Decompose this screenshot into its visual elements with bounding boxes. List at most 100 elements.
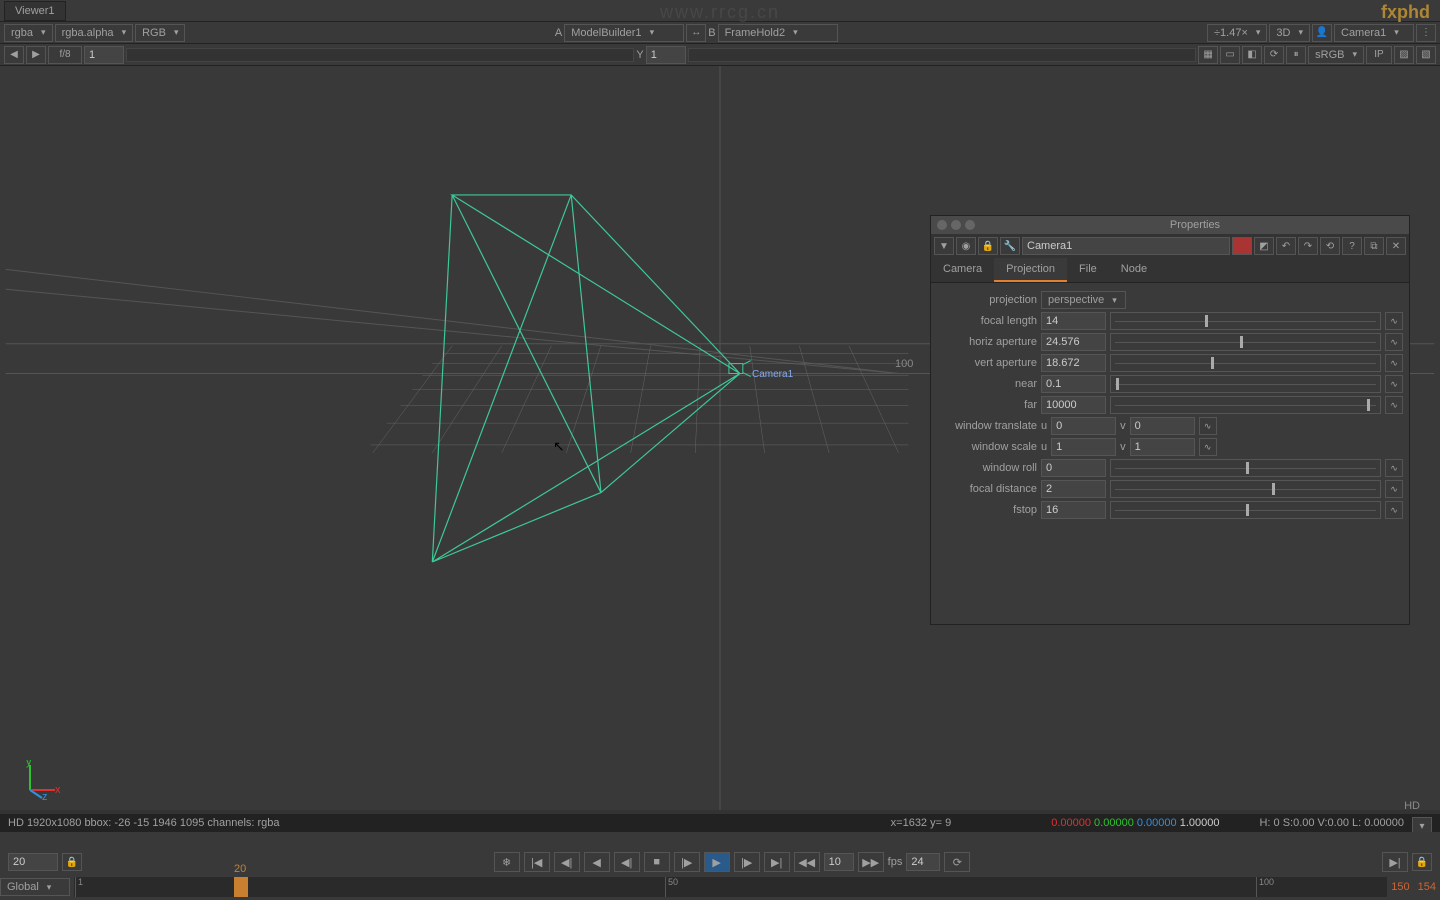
input-a-dropdown[interactable]: ModelBuilder1 (564, 24, 684, 42)
stripe-icon[interactable]: ▧ (1416, 46, 1436, 64)
prev-frame-icon[interactable]: ◀ (4, 46, 24, 64)
vert-aperture-input[interactable] (1041, 354, 1106, 372)
viewer-tab[interactable]: Viewer1 (4, 1, 66, 21)
lock-icon[interactable]: 🔒 (978, 237, 998, 255)
focal-length-slider[interactable] (1110, 312, 1381, 330)
play-icon[interactable]: ▶ (704, 852, 730, 872)
next-key-icon[interactable]: |▶ (734, 852, 760, 872)
frame-in-input[interactable] (8, 853, 58, 871)
input-b-dropdown[interactable]: FrameHold2 (718, 24, 838, 42)
fstop-button[interactable]: f/8 (48, 46, 82, 64)
redo-icon[interactable]: ↷ (1298, 237, 1318, 255)
skip-fwd-icon[interactable]: ▶▶ (858, 852, 884, 872)
wrench-icon[interactable]: 🔧 (1000, 237, 1020, 255)
revert-icon[interactable]: ⟲ (1320, 237, 1340, 255)
tab-node[interactable]: Node (1109, 258, 1159, 282)
horiz-aperture-slider[interactable] (1110, 333, 1381, 351)
dope-bar[interactable] (0, 832, 1440, 852)
anim-curve-icon[interactable]: ∿ (1385, 501, 1403, 519)
camera-dropdown[interactable]: Camera1 (1334, 24, 1414, 42)
ip-button[interactable]: IP (1366, 46, 1392, 64)
snowflake-icon[interactable]: ❄ (494, 852, 520, 872)
help-icon[interactable]: ? (1342, 237, 1362, 255)
win-roll-input[interactable] (1041, 459, 1106, 477)
tab-projection[interactable]: Projection (994, 258, 1067, 282)
anim-curve-icon[interactable]: ∿ (1385, 354, 1403, 372)
swap-inputs-icon[interactable]: ↔ (686, 24, 706, 42)
timeline-track[interactable]: 20 1 50 100 (74, 877, 1387, 897)
step-back-icon[interactable]: ◀| (614, 852, 640, 872)
anim-curve-icon[interactable]: ∿ (1385, 333, 1403, 351)
colorspace-dropdown[interactable]: sRGB (1308, 46, 1364, 64)
far-slider[interactable] (1110, 396, 1381, 414)
next-frame-icon[interactable]: ▶ (26, 46, 46, 64)
win-scale-u-input[interactable] (1051, 438, 1116, 456)
lock-out-icon[interactable]: 🔒 (1412, 853, 1432, 871)
anim-curve-icon[interactable]: ∿ (1385, 459, 1403, 477)
fstop-input[interactable] (1041, 501, 1106, 519)
collapse-icon[interactable]: ▼ (934, 237, 954, 255)
undo-icon[interactable]: ↶ (1276, 237, 1296, 255)
horiz-aperture-input[interactable] (1041, 333, 1106, 351)
lock-in-icon[interactable]: 🔒 (62, 853, 82, 871)
eye-icon[interactable]: ◉ (956, 237, 976, 255)
vert-aperture-slider[interactable] (1110, 354, 1381, 372)
fps-input[interactable] (906, 853, 940, 871)
focal-length-input[interactable] (1041, 312, 1106, 330)
proxy-icon[interactable]: ◧ (1242, 46, 1262, 64)
stop-icon[interactable]: ■ (644, 852, 670, 872)
zoom-dropdown[interactable]: ÷1.47× (1207, 24, 1267, 42)
goto-last-icon[interactable]: ▶| (764, 852, 790, 872)
tab-file[interactable]: File (1067, 258, 1109, 282)
anim-curve-icon[interactable]: ∿ (1385, 375, 1403, 393)
anim-curve-icon[interactable]: ∿ (1385, 396, 1403, 414)
loop-icon[interactable]: ⟳ (944, 852, 970, 872)
gamma-input[interactable] (646, 46, 686, 64)
anim-curve-icon[interactable]: ∿ (1385, 312, 1403, 330)
view-options-icon[interactable]: ⋮ (1416, 24, 1436, 42)
goto-first-icon[interactable]: |◀ (524, 852, 550, 872)
skip-back-icon[interactable]: ◀◀ (794, 852, 820, 872)
playhead[interactable]: 20 (234, 877, 248, 897)
step-input[interactable] (824, 853, 854, 871)
far-input[interactable] (1041, 396, 1106, 414)
win-roll-slider[interactable] (1110, 459, 1381, 477)
focal-distance-input[interactable] (1041, 480, 1106, 498)
refresh-icon[interactable]: ⟳ (1264, 46, 1284, 64)
frame-input[interactable] (84, 46, 124, 64)
goto-end-icon[interactable]: ▶| (1382, 852, 1408, 872)
close-panel-icon[interactable]: ✕ (1386, 237, 1406, 255)
lock-camera-icon[interactable]: 👤 (1312, 24, 1332, 42)
node-name-input[interactable] (1022, 237, 1230, 255)
layer-dropdown[interactable]: rgba (4, 24, 53, 42)
win-scale-v-input[interactable] (1130, 438, 1195, 456)
mode-dropdown[interactable]: RGB (135, 24, 185, 42)
near-input[interactable] (1041, 375, 1106, 393)
window-traffic-lights[interactable] (931, 216, 981, 234)
win-translate-v-input[interactable] (1130, 417, 1195, 435)
color-swatch[interactable] (1232, 237, 1252, 255)
prev-key-icon[interactable]: ◀| (554, 852, 580, 872)
win-translate-u-input[interactable] (1051, 417, 1116, 435)
focal-distance-slider[interactable] (1110, 480, 1381, 498)
channel-dropdown[interactable]: rgba.alpha (55, 24, 134, 42)
axis-gizmo[interactable]: y x z (20, 760, 60, 800)
viewmode-dropdown[interactable]: 3D (1269, 24, 1310, 42)
roi-icon[interactable]: ▭ (1220, 46, 1240, 64)
float-icon[interactable]: ⧉ (1364, 237, 1384, 255)
play-back-icon[interactable]: ◀ (584, 852, 610, 872)
anim-curve-icon[interactable]: ∿ (1199, 417, 1217, 435)
global-dropdown[interactable]: Global (0, 878, 70, 896)
anim-curve-icon[interactable]: ∿ (1385, 480, 1403, 498)
clip-icon[interactable]: ▨ (1394, 46, 1414, 64)
gain-slider[interactable] (126, 48, 634, 62)
step-fwd-icon[interactable]: |▶ (674, 852, 700, 872)
projection-dropdown[interactable]: perspective (1041, 291, 1126, 309)
center-icon[interactable]: ◩ (1254, 237, 1274, 255)
gamma-slider[interactable] (688, 48, 1196, 62)
overlay-icon[interactable]: ▦ (1198, 46, 1218, 64)
anim-curve-icon[interactable]: ∿ (1199, 438, 1217, 456)
pause-icon[interactable]: ⏸ (1286, 46, 1306, 64)
fstop-slider[interactable] (1110, 501, 1381, 519)
tab-camera[interactable]: Camera (931, 258, 994, 282)
